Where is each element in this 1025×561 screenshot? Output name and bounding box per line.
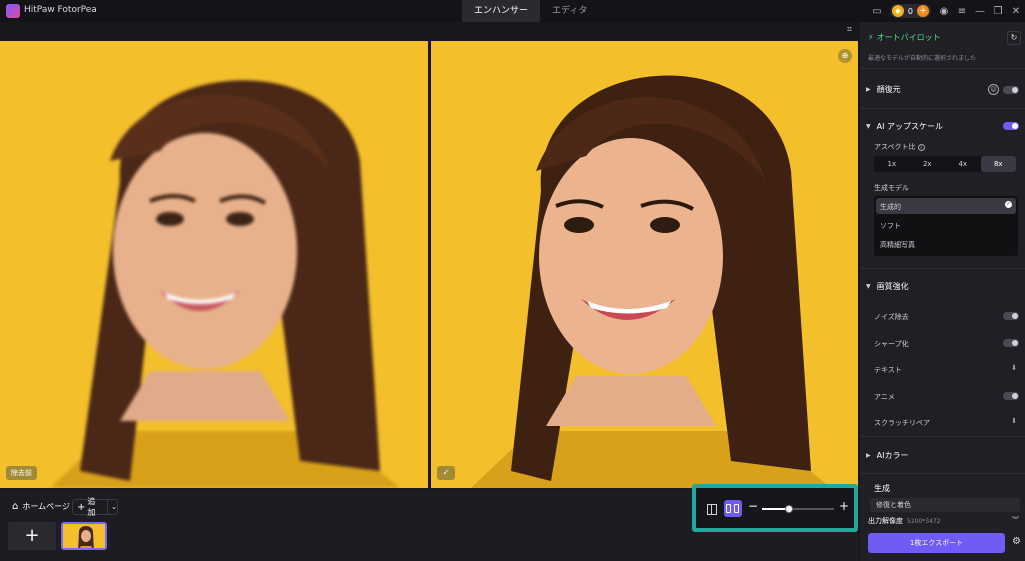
info-icon[interactable]: i	[917, 144, 925, 151]
zoom-slider[interactable]	[762, 505, 834, 513]
autopilot-subtitle: 最適なモデルが自動的に選択されました	[868, 55, 977, 62]
scale-8x[interactable]: 8x	[980, 156, 1016, 172]
section-generate: 生成	[874, 484, 890, 493]
download-icon[interactable]: ⬇	[1011, 417, 1017, 425]
caret-right-icon: ▶	[866, 86, 871, 93]
split-view-button[interactable]	[724, 500, 742, 517]
tab-enhancer[interactable]: エンハンサー	[462, 0, 541, 22]
section-ai-upscale[interactable]: ▼ AI アップスケール	[866, 121, 943, 132]
option-scratch-repair: スクラッチリペア	[874, 419, 930, 427]
minimize-icon[interactable]: —	[971, 0, 989, 22]
chevron-down-icon[interactable]: ⌄	[111, 503, 117, 511]
app-window: HitPaw FotorPea エンハンサー エディタ ▭ ◆ 0 + ◉ ≡ …	[0, 0, 1025, 561]
credits-widget[interactable]: ◆ 0 +	[889, 4, 931, 18]
gear-icon[interactable]: ⚙	[1012, 536, 1021, 547]
model-label: 生成モデル	[874, 184, 909, 192]
before-image: 除去前	[0, 41, 428, 488]
after-image: ⊕ ✓	[431, 41, 858, 488]
image-thumbnail[interactable]	[61, 522, 107, 550]
plus-icon: +	[77, 501, 86, 513]
add-credits-icon[interactable]: +	[917, 5, 929, 17]
after-badge: ✓	[437, 466, 455, 480]
face-restore-toggle[interactable]	[1003, 86, 1019, 94]
autopilot-title: ⚡ オートパイロット	[868, 33, 941, 42]
credit-count: 0	[907, 6, 913, 16]
mode-tabs: エンハンサー エディタ	[462, 0, 599, 22]
scale-2x[interactable]: 2x	[910, 156, 946, 172]
output-resolution: 出力解像度 5200*3472	[868, 517, 941, 525]
chat-icon[interactable]: ▭	[868, 0, 886, 22]
zoom-in-icon[interactable]: +	[839, 499, 849, 513]
menu-icon[interactable]: ≡	[953, 0, 971, 22]
zoom-out-icon[interactable]: −	[748, 499, 758, 513]
zoom-slider-knob[interactable]	[785, 505, 794, 513]
home-icon: ⌂	[12, 501, 19, 512]
title-bar: HitPaw FotorPea エンハンサー エディタ ▭ ◆ 0 + ◉ ≡ …	[0, 0, 1025, 22]
canvas-toolbar: ⌗	[0, 22, 858, 40]
tab-editor[interactable]: エディタ	[540, 0, 599, 22]
section-ai-color[interactable]: ▶ AIカラー	[866, 450, 908, 461]
generate-restore-colorize[interactable]: 修復と着色	[870, 498, 1020, 512]
section-face-restore[interactable]: ▶ 顔復元	[866, 84, 901, 95]
option-sharpen: シャープ化	[874, 340, 909, 348]
bolt-icon: ⚡	[868, 33, 874, 42]
caret-right-icon: ▶	[866, 452, 871, 459]
option-anime: アニメ	[874, 393, 895, 401]
option-denoise: ノイズ除去	[874, 313, 909, 321]
zoom-icon[interactable]: ⊕	[838, 49, 852, 63]
model-soft[interactable]: ソフト	[880, 221, 901, 231]
anime-toggle[interactable]	[1003, 392, 1019, 400]
model-generative[interactable]: 生成的	[880, 202, 901, 212]
add-label: 追加	[87, 497, 96, 517]
before-badge: 除去前	[6, 466, 37, 480]
aspect-label: アスペクト比 i	[874, 142, 925, 152]
model-list: 生成的 ✓ ソフト 高精細写真	[874, 196, 1018, 256]
download-icon[interactable]: ⬇	[1011, 364, 1017, 372]
option-text: テキスト	[874, 366, 902, 374]
caret-down-icon: ▼	[866, 123, 871, 130]
double-chevron-down-icon[interactable]: ︾	[1012, 515, 1019, 525]
app-logo-icon	[6, 4, 20, 18]
sharpen-toggle[interactable]	[1003, 339, 1019, 347]
export-button[interactable]: 1枚エクスポート	[868, 533, 1005, 553]
single-view-icon[interactable]	[707, 504, 717, 515]
scale-4x[interactable]: 4x	[945, 156, 981, 172]
coin-icon: ◆	[891, 5, 904, 17]
account-icon[interactable]: ◉	[935, 0, 953, 22]
scale-selector: 1x 2x 4x 8x	[874, 156, 1016, 172]
close-icon[interactable]: ✕	[1007, 0, 1025, 22]
refresh-icon[interactable]: ↻	[1007, 31, 1021, 45]
new-image-button[interactable]: +	[8, 522, 56, 550]
scale-1x[interactable]: 1x	[874, 156, 910, 172]
settings-panel: ⚡ オートパイロット ↻ 最適なモデルが自動的に選択されました ▶ 顔復元 ☺ ▼…	[860, 22, 1025, 561]
crop-icon[interactable]: ⌗	[847, 25, 852, 35]
window-controls: ▭ ◆ 0 + ◉ ≡ — ❐ ✕	[868, 0, 1025, 22]
home-button[interactable]: ⌂ ホームページ	[12, 501, 70, 512]
model-hd-photo[interactable]: 高精細写真	[880, 240, 915, 250]
face-icon: ☺	[988, 84, 999, 95]
view-controls: − +	[692, 484, 858, 532]
ai-upscale-toggle[interactable]	[1003, 122, 1019, 130]
section-quality[interactable]: ▼ 画質強化	[866, 281, 909, 292]
maximize-icon[interactable]: ❐	[989, 0, 1007, 22]
app-name: HitPaw FotorPea	[24, 5, 97, 15]
denoise-toggle[interactable]	[1003, 312, 1019, 320]
add-button[interactable]: + 追加 ⌄	[72, 497, 118, 517]
home-label: ホームページ	[22, 502, 70, 511]
caret-down-icon: ▼	[866, 283, 871, 290]
check-icon: ✓	[1005, 201, 1012, 208]
